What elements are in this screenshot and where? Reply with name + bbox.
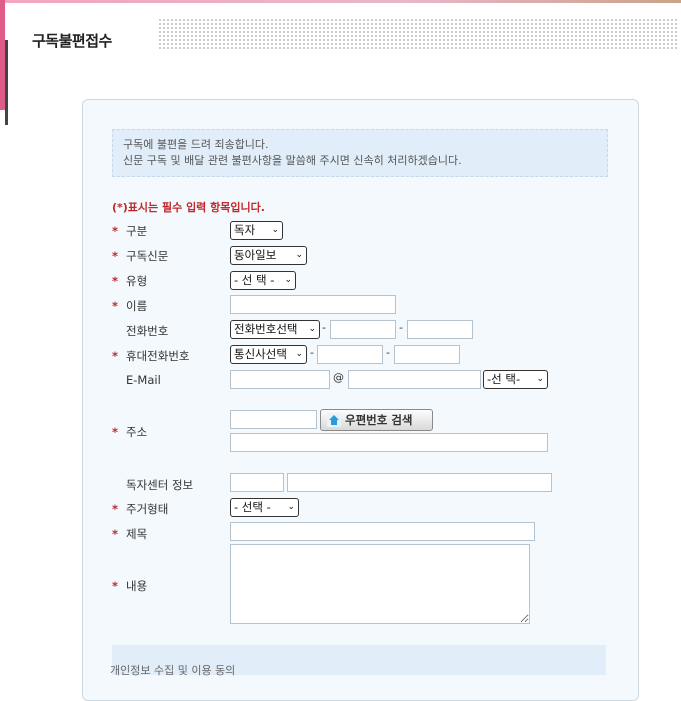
chevron-down-icon: ⌄ [295, 349, 303, 359]
residence-select[interactable]: - 선택 - ⌄ [230, 498, 299, 517]
chevron-down-icon: ⌄ [287, 502, 295, 512]
label-newspaper: * 구독신문 [112, 249, 169, 263]
required-mark: * [112, 527, 119, 541]
subject-input[interactable] [230, 522, 535, 541]
mobile-separator: - [310, 346, 314, 359]
required-mark: * [112, 249, 119, 263]
required-mark: * [112, 224, 119, 238]
email-id-input[interactable] [230, 370, 330, 389]
label-type: * 유형 [112, 274, 148, 288]
required-mark: * [112, 299, 119, 313]
label-phone: 전화번호 [126, 324, 169, 338]
email-domain-select[interactable]: -선 택- ⌄ [483, 370, 548, 389]
mobile-last-input[interactable] [394, 345, 460, 364]
dot-pattern-decor [158, 18, 678, 50]
required-mark: * [112, 274, 119, 288]
phone-middle-input[interactable] [330, 320, 396, 339]
type-select[interactable]: - 선 택 - ⌄ [230, 271, 296, 290]
page-title: 구독불편접수 [32, 32, 112, 50]
label-content: * 내용 [112, 579, 148, 593]
chevron-down-icon: ⌄ [295, 250, 303, 260]
required-mark: * [112, 349, 119, 363]
required-note: (*)표시는 필수 입력 항목입니다. [112, 201, 265, 214]
chevron-down-icon: ⌄ [271, 225, 279, 235]
chevron-down-icon: ⌄ [536, 374, 544, 384]
email-at-sign: @ [333, 371, 344, 384]
top-decor-bar [0, 0, 681, 3]
label-email: E-Mail [126, 373, 161, 387]
mobile-separator: - [386, 346, 390, 359]
label-subject: * 제목 [112, 527, 148, 541]
notice-line-1: 구독에 불편을 드려 죄송합니다. [123, 138, 269, 151]
label-name: * 이름 [112, 299, 148, 313]
carrier-select[interactable]: 통신사선택 ⌄ [230, 345, 307, 364]
required-mark: * [112, 579, 119, 593]
chevron-down-icon: ⌄ [308, 324, 316, 334]
notice-line-2: 신문 구독 및 배달 관련 불편사항을 말씀해 주시면 신속히 처리하겠습니다. [123, 154, 462, 167]
left-accent-line [5, 40, 8, 125]
label-mobile: * 휴대전화번호 [112, 349, 190, 363]
notice-box: 구독에 불편을 드려 죄송합니다. 신문 구독 및 배달 관련 불편사항을 말씀… [112, 129, 608, 177]
address-detail-input[interactable] [230, 433, 548, 452]
label-reader-center: 독자센터 정보 [126, 478, 194, 492]
name-input[interactable] [230, 295, 396, 314]
mobile-middle-input[interactable] [317, 345, 383, 364]
phone-prefix-select[interactable]: 전화번호선택 ⌄ [230, 320, 320, 339]
chevron-down-icon: ⌄ [284, 275, 292, 285]
required-mark: * [112, 502, 119, 516]
category-select[interactable]: 독자 ⌄ [230, 221, 283, 240]
label-category: * 구분 [112, 224, 148, 238]
phone-last-input[interactable] [407, 320, 473, 339]
label-address: * 주소 [112, 425, 148, 439]
newspaper-select[interactable]: 동아일보 ⌄ [230, 246, 307, 265]
reader-center-info-input[interactable] [287, 473, 552, 492]
required-mark: * [112, 425, 119, 439]
reader-center-code-input[interactable] [230, 473, 284, 492]
home-icon [327, 413, 341, 427]
phone-separator: - [399, 321, 403, 334]
zipcode-input[interactable] [230, 410, 317, 429]
consent-title: 개인정보 수집 및 이용 동의 [110, 664, 236, 677]
label-residence: * 주거형태 [112, 502, 169, 516]
email-domain-input[interactable] [348, 370, 481, 389]
phone-separator: - [322, 321, 326, 334]
content-textarea[interactable] [230, 544, 530, 624]
zipcode-search-button[interactable]: 우편번호 검색 [320, 409, 433, 431]
